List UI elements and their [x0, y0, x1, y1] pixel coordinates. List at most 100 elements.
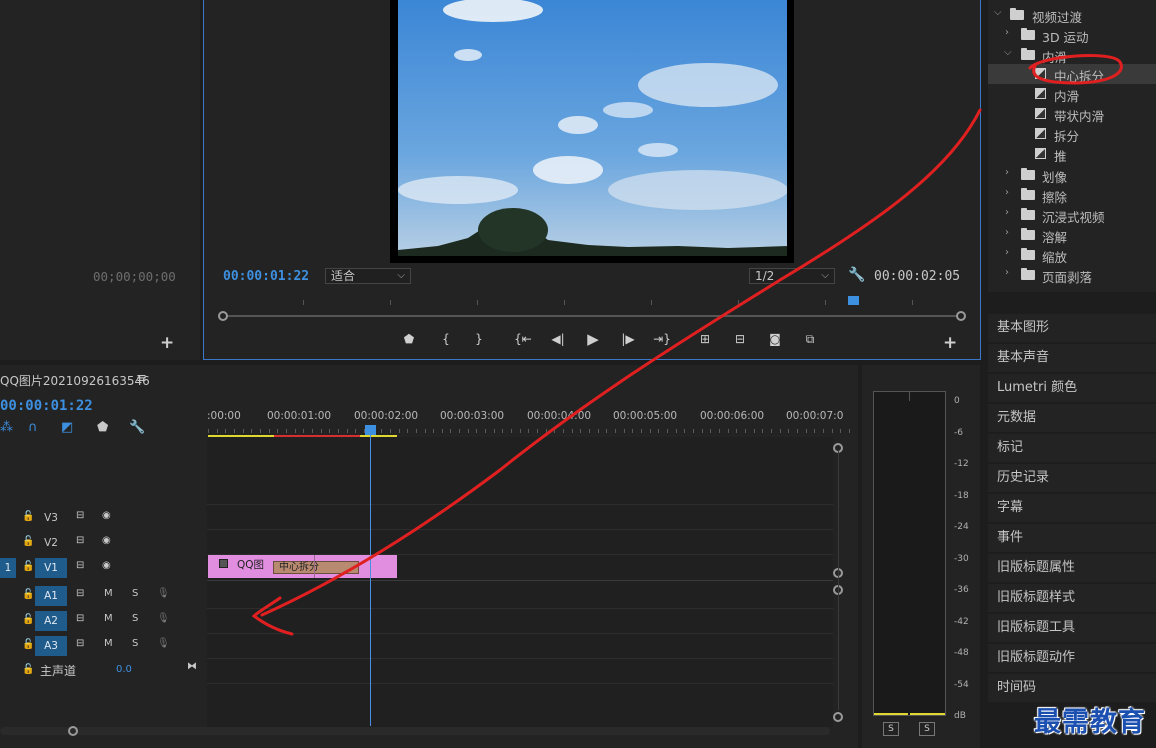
tree-folder-3d-motion[interactable]: › 3D 运动: [988, 25, 1156, 45]
sync-lock-icon[interactable]: ⊟: [76, 510, 84, 521]
tree-item-band-slide[interactable]: 带状内滑: [988, 104, 1156, 124]
tree-folder-slide[interactable]: ⌵ 内滑: [988, 45, 1156, 65]
tree-folder-immersive[interactable]: › 沉浸式视频: [988, 205, 1156, 225]
in-point-icon[interactable]: {: [437, 332, 455, 346]
panel-essential-graphics[interactable]: 基本图形: [988, 314, 1156, 342]
horizontal-scroll-handle[interactable]: [68, 726, 78, 736]
horizontal-scrollbar[interactable]: [0, 727, 830, 735]
go-to-in-icon[interactable]: {⇤: [514, 332, 532, 346]
meter-solo-left[interactable]: S: [883, 722, 899, 736]
panel-legacy-title-properties[interactable]: 旧版标题属性: [988, 554, 1156, 582]
sync-lock-icon[interactable]: ⊟: [76, 588, 84, 599]
tree-item-split[interactable]: 拆分: [988, 124, 1156, 144]
tree-folder-iris[interactable]: › 划像: [988, 165, 1156, 185]
program-playhead[interactable]: [848, 296, 859, 305]
timeline-playhead[interactable]: [365, 425, 376, 435]
program-timecode[interactable]: 00:00:01:22: [223, 269, 309, 284]
meter-solo-right[interactable]: S: [919, 722, 935, 736]
lock-icon[interactable]: 🔓: [22, 561, 34, 572]
sync-lock-icon[interactable]: ⊟: [76, 535, 84, 546]
program-add-button[interactable]: +: [943, 333, 957, 353]
wrench-icon[interactable]: 🔧: [848, 267, 865, 283]
timeline-timecode[interactable]: 00:00:01:22: [0, 398, 93, 414]
mute-button[interactable]: M: [104, 638, 113, 649]
compare-icon[interactable]: ⧉: [801, 332, 819, 347]
track-name[interactable]: V3: [35, 508, 67, 528]
tree-item-slide[interactable]: 内滑: [988, 84, 1156, 104]
track-name[interactable]: A3: [35, 636, 67, 656]
vertical-scrollbar[interactable]: [838, 450, 839, 710]
track-name[interactable]: V2: [35, 533, 67, 553]
lift-icon[interactable]: ⊞: [696, 332, 714, 346]
source-patch-v1[interactable]: 1: [0, 558, 16, 578]
panel-legacy-title-actions[interactable]: 旧版标题动作: [988, 644, 1156, 672]
lock-icon[interactable]: 🔓: [22, 664, 34, 675]
panel-lumetri-color[interactable]: Lumetri 颜色: [988, 374, 1156, 402]
panel-legacy-title-styles[interactable]: 旧版标题样式: [988, 584, 1156, 612]
eye-icon[interactable]: ◉: [102, 510, 111, 521]
solo-button[interactable]: S: [132, 588, 138, 599]
sync-lock-icon[interactable]: ⊟: [76, 638, 84, 649]
tree-item-push[interactable]: 推: [988, 144, 1156, 164]
zoom-handle-left[interactable]: [218, 311, 228, 321]
timeline-settings-wrench-icon[interactable]: 🔧: [129, 420, 145, 435]
panel-timecode[interactable]: 时间码: [988, 674, 1156, 702]
panel-essential-sound[interactable]: 基本声音: [988, 344, 1156, 372]
extract-icon[interactable]: ⊟: [731, 332, 749, 346]
track-name[interactable]: A2: [35, 611, 67, 631]
go-to-out-icon[interactable]: ⇥}: [653, 332, 671, 346]
play-icon[interactable]: ▶: [584, 330, 602, 348]
microphone-icon[interactable]: 🎙: [157, 638, 170, 649]
tree-folder-wipe[interactable]: › 擦除: [988, 185, 1156, 205]
transition-center-split[interactable]: 中心拆分: [273, 561, 359, 574]
tree-item-center-split[interactable]: 中心拆分: [988, 64, 1156, 84]
zoom-handle-right[interactable]: [956, 311, 966, 321]
camera-icon[interactable]: ◙: [766, 332, 784, 346]
eye-icon[interactable]: ◉: [102, 535, 111, 546]
source-add-button[interactable]: +: [160, 333, 174, 353]
tree-folder-zoom[interactable]: › 缩放: [988, 245, 1156, 265]
fit-select[interactable]: 适合 ⌵: [325, 268, 411, 284]
audio-scroll-handle-bottom[interactable]: [833, 712, 843, 722]
panel-markers[interactable]: 标记: [988, 434, 1156, 462]
tree-folder-video-transitions[interactable]: ⌵ 视频过渡: [988, 5, 1156, 25]
lock-icon[interactable]: 🔓: [22, 536, 34, 547]
tree-folder-dissolve[interactable]: › 溶解: [988, 225, 1156, 245]
mute-button[interactable]: M: [104, 588, 113, 599]
nest-icon[interactable]: ⁂: [0, 420, 13, 435]
sequence-tab[interactable]: QQ图片20210926163546: [0, 372, 150, 389]
step-forward-icon[interactable]: |▶: [619, 332, 637, 346]
out-point-icon[interactable]: }: [470, 332, 488, 346]
lock-icon[interactable]: 🔓: [22, 511, 34, 522]
lock-icon[interactable]: 🔓: [22, 589, 34, 600]
step-back-icon[interactable]: ◀|: [549, 332, 567, 346]
microphone-icon[interactable]: 🎙: [157, 613, 170, 624]
sync-lock-icon[interactable]: ⊟: [76, 560, 84, 571]
linked-selection-icon[interactable]: ◩: [61, 420, 73, 435]
panel-history[interactable]: 历史记录: [988, 464, 1156, 492]
menu-icon[interactable]: ≡: [136, 371, 147, 386]
track-name[interactable]: V1: [35, 558, 67, 578]
eye-icon[interactable]: ◉: [102, 560, 111, 571]
panel-metadata[interactable]: 元数据: [988, 404, 1156, 432]
sync-lock-icon[interactable]: ⊟: [76, 613, 84, 624]
mute-button[interactable]: M: [104, 613, 113, 624]
resolution-select[interactable]: 1/2 ⌵: [749, 268, 835, 284]
master-volume-value[interactable]: 0.0: [116, 664, 132, 675]
go-to-edit-icon[interactable]: ⧓: [187, 661, 197, 672]
microphone-icon[interactable]: 🎙: [157, 588, 170, 599]
tree-folder-page-peel[interactable]: › 页面剥落: [988, 265, 1156, 285]
panel-events[interactable]: 事件: [988, 524, 1156, 552]
marker-icon[interactable]: ⬟: [400, 332, 418, 346]
snap-magnet-icon[interactable]: ∩: [28, 420, 38, 435]
lock-icon[interactable]: 🔓: [22, 614, 34, 625]
lock-icon[interactable]: 🔓: [22, 639, 34, 650]
solo-button[interactable]: S: [132, 638, 138, 649]
add-marker-icon[interactable]: ⬟: [97, 420, 108, 435]
source-timecode[interactable]: 00;00;00;00: [93, 269, 176, 284]
solo-button[interactable]: S: [132, 613, 138, 624]
track-name[interactable]: A1: [35, 586, 67, 606]
panel-legacy-title-tools[interactable]: 旧版标题工具: [988, 614, 1156, 642]
panel-captions[interactable]: 字幕: [988, 494, 1156, 522]
zoom-scrollbar[interactable]: [218, 315, 962, 317]
